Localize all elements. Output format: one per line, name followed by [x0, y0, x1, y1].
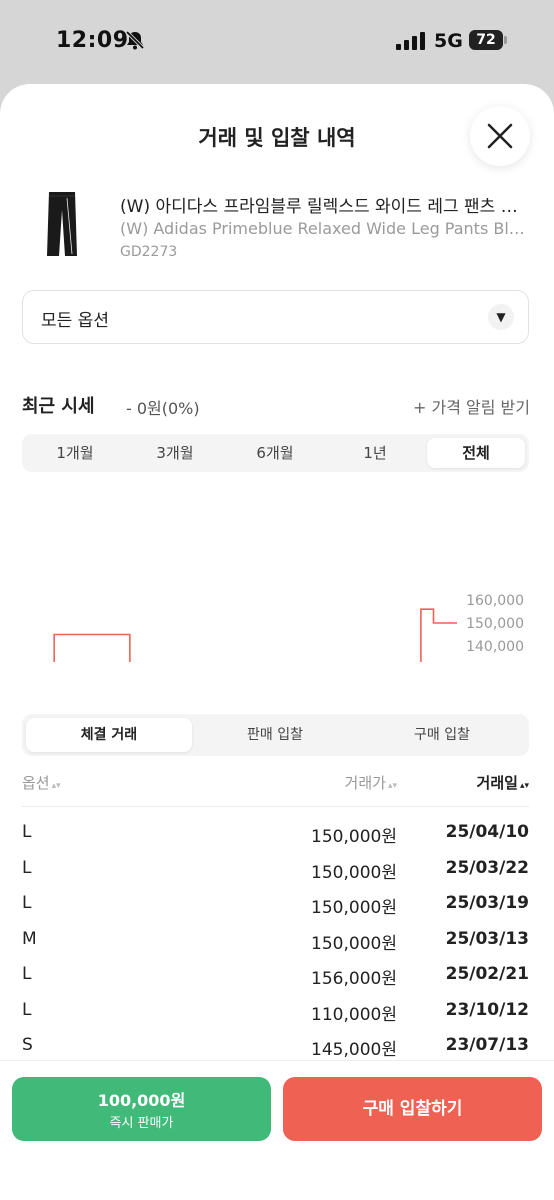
trade-history-sheet: 거래 및 입찰 내역 (W) 아디다스 프라임블루 릴렉스드 와이드 레그 팬츠…	[0, 84, 554, 1200]
row-option: L	[22, 964, 32, 984]
header-option[interactable]: 옵션 ▴▾	[22, 772, 61, 793]
bottom-action-bar: 100,000원 즉시 판매가 구매 입찰하기	[0, 1060, 554, 1200]
option-select[interactable]: 모든 옵션 ▼	[22, 290, 529, 344]
option-select-value: 모든 옵션	[41, 311, 109, 331]
row-option: S	[22, 1035, 33, 1055]
row-price: 150,000원	[311, 862, 397, 883]
row-date: 25/03/19	[445, 893, 529, 913]
tab-6-months[interactable]: 6개월	[226, 438, 324, 468]
product-code: GD2273	[120, 244, 178, 260]
signal-icon	[396, 32, 425, 50]
tab-sell-bids[interactable]: 판매 입찰	[192, 718, 358, 752]
table-row: L 150,000원 25/03/19	[22, 889, 529, 925]
header-date-label: 거래일	[476, 774, 518, 792]
battery-tip	[504, 36, 507, 44]
header-option-label: 옵션	[22, 774, 50, 792]
table-row: L 150,000원 25/04/10	[22, 818, 529, 854]
tab-3-months[interactable]: 3개월	[126, 438, 224, 468]
row-option: M	[22, 928, 37, 949]
tab-1-year[interactable]: 1년	[326, 438, 424, 468]
bell-muted-icon	[125, 30, 145, 50]
network-label: 5G	[434, 30, 463, 52]
status-time: 12:09	[56, 28, 129, 53]
row-date: 23/07/13	[445, 1035, 529, 1055]
close-icon	[487, 123, 513, 149]
trade-tabs: 체결 거래 판매 입찰 구매 입찰	[22, 714, 529, 756]
recent-price-heading: 최근 시세	[22, 396, 95, 417]
tab-completed-trades[interactable]: 체결 거래	[26, 718, 192, 752]
period-tabs: 1개월 3개월 6개월 1년 전체	[22, 434, 529, 472]
row-price: 156,000원	[311, 969, 397, 989]
row-price: 145,000원	[311, 1040, 397, 1060]
product-name-en: (W) Adidas Primeblue Relaxed Wide Leg Pa…	[120, 219, 530, 238]
row-date: 25/03/22	[445, 857, 529, 878]
header-price-label: 거래가	[344, 774, 386, 792]
close-button[interactable]	[470, 106, 530, 166]
tab-buy-bids[interactable]: 구매 입찰	[359, 718, 525, 752]
table-row: L 156,000원 25/02/21	[22, 960, 529, 996]
table-row: L 110,000원 23/10/12	[22, 996, 529, 1032]
y-tick-label: 150,000	[466, 616, 524, 632]
table-header: 옵션 ▴▾ 거래가 ▴▾ 거래일 ▴▾	[22, 768, 529, 807]
battery-icon: 72	[469, 30, 503, 50]
y-tick-label: 140,000	[466, 639, 524, 655]
instant-sell-button[interactable]: 100,000원 즉시 판매가	[12, 1077, 271, 1141]
tab-1-month[interactable]: 1개월	[26, 438, 124, 468]
row-option: L	[22, 822, 32, 842]
price-alert-link[interactable]: + 가격 알림 받기	[413, 394, 530, 418]
chevron-down-icon: ▼	[488, 304, 514, 330]
instant-sell-price: 100,000원	[97, 1091, 186, 1110]
row-date: 25/03/13	[445, 928, 529, 949]
y-tick-label: 160,000	[466, 593, 524, 609]
header-date[interactable]: 거래일 ▴▾	[477, 772, 529, 793]
row-option: L	[22, 857, 32, 878]
instant-sell-label: 즉시 판매가	[109, 1116, 174, 1131]
header-price[interactable]: 거래가 ▴▾	[345, 772, 397, 793]
sort-icon: ▴▾	[51, 781, 61, 791]
buy-bid-button[interactable]: 구매 입찰하기	[283, 1077, 542, 1141]
table-row: M 150,000원 25/03/13	[22, 925, 529, 961]
row-date: 25/04/10	[445, 822, 529, 842]
product-image	[47, 192, 77, 256]
row-price: 150,000원	[311, 933, 397, 954]
row-date: 25/02/21	[445, 964, 529, 984]
sort-desc-icon: ▴▾	[519, 781, 529, 791]
row-price: 150,000원	[311, 827, 397, 847]
row-price: 150,000원	[311, 898, 397, 918]
table-row: L 150,000원 25/03/22	[22, 854, 529, 890]
row-price: 110,000원	[311, 1004, 397, 1025]
row-date: 23/10/12	[445, 999, 529, 1020]
price-series-line	[53, 608, 457, 662]
sort-icon: ▴▾	[387, 781, 397, 791]
tab-all[interactable]: 전체	[427, 438, 525, 468]
row-option: L	[22, 893, 32, 913]
status-bar: 12:09 5G 72	[0, 0, 554, 82]
row-option: L	[22, 999, 32, 1020]
trade-list: L 150,000원 25/04/10 L 150,000원 25/03/22 …	[22, 818, 529, 1067]
price-change: - 0원(0%)	[126, 399, 200, 418]
product-name-ko: (W) 아디다스 프라임블루 릴렉스드 와이드 레그 팬츠 블랙	[120, 197, 530, 217]
price-chart: 160,000150,000140,000130,000120,000110,0…	[53, 593, 524, 662]
